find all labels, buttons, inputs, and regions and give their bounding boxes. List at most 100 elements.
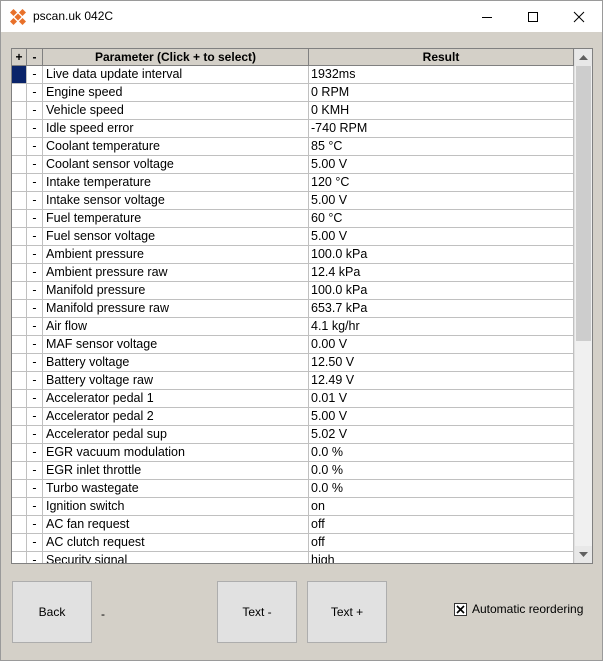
table-row[interactable]: - Coolant temperature 85 °C (12, 138, 574, 156)
row-mark[interactable]: - (27, 390, 43, 408)
select-cell[interactable] (12, 138, 27, 156)
text-plus-button[interactable]: Text + (307, 581, 387, 643)
select-cell[interactable] (12, 210, 27, 228)
select-cell[interactable] (12, 516, 27, 534)
select-cell[interactable] (12, 372, 27, 390)
select-cell[interactable] (12, 120, 27, 138)
row-mark[interactable]: - (27, 210, 43, 228)
select-cell[interactable] (12, 408, 27, 426)
title-bar[interactable]: pscan.uk 042C (1, 1, 602, 32)
row-mark[interactable]: - (27, 444, 43, 462)
select-cell[interactable] (12, 534, 27, 552)
table-row[interactable]: - AC clutch request off (12, 534, 574, 552)
row-mark[interactable]: - (27, 300, 43, 318)
row-mark[interactable]: - (27, 156, 43, 174)
table-row[interactable]: - Coolant sensor voltage 5.00 V (12, 156, 574, 174)
col-header-plus[interactable]: + (12, 49, 27, 66)
select-cell[interactable] (12, 444, 27, 462)
row-mark[interactable]: - (27, 246, 43, 264)
row-mark[interactable]: - (27, 498, 43, 516)
scroll-down-button[interactable] (575, 546, 592, 563)
row-mark[interactable]: - (27, 534, 43, 552)
row-mark[interactable]: - (27, 552, 43, 563)
table-row[interactable]: - Live data update interval 1932ms (12, 66, 574, 84)
select-cell[interactable] (12, 264, 27, 282)
table-row[interactable]: - Accelerator pedal 2 5.00 V (12, 408, 574, 426)
row-mark[interactable]: - (27, 318, 43, 336)
scroll-up-button[interactable] (575, 49, 592, 66)
table-row[interactable]: - Idle speed error -740 RPM (12, 120, 574, 138)
table-row[interactable]: - Manifold pressure raw 653.7 kPa (12, 300, 574, 318)
maximize-button[interactable] (510, 1, 556, 32)
select-cell[interactable] (12, 552, 27, 563)
table-row[interactable]: - AC fan request off (12, 516, 574, 534)
table-row[interactable]: - Intake temperature 120 °C (12, 174, 574, 192)
row-mark[interactable]: - (27, 372, 43, 390)
row-mark[interactable]: - (27, 192, 43, 210)
table-row[interactable]: - Battery voltage raw 12.49 V (12, 372, 574, 390)
select-cell[interactable] (12, 480, 27, 498)
col-header-minus[interactable]: - (27, 49, 43, 66)
select-cell[interactable] (12, 318, 27, 336)
minimize-button[interactable] (464, 1, 510, 32)
table-row[interactable]: - Engine speed 0 RPM (12, 84, 574, 102)
table-row[interactable]: - Turbo wastegate 0.0 % (12, 480, 574, 498)
table-row[interactable]: - Intake sensor voltage 5.00 V (12, 192, 574, 210)
table-row[interactable]: - MAF sensor voltage 0.00 V (12, 336, 574, 354)
table-row[interactable]: - Battery voltage 12.50 V (12, 354, 574, 372)
table-row[interactable]: - EGR inlet throttle 0.0 % (12, 462, 574, 480)
select-cell[interactable] (12, 174, 27, 192)
col-header-result[interactable]: Result (309, 49, 574, 66)
select-cell[interactable] (12, 336, 27, 354)
select-cell[interactable] (12, 156, 27, 174)
row-mark[interactable]: - (27, 138, 43, 156)
select-cell[interactable] (12, 282, 27, 300)
table-row[interactable]: - Vehicle speed 0 KMH (12, 102, 574, 120)
table-row[interactable]: - Fuel sensor voltage 5.00 V (12, 228, 574, 246)
select-cell[interactable] (12, 246, 27, 264)
table-row[interactable]: - Ignition switch on (12, 498, 574, 516)
table-row[interactable]: - Accelerator pedal 1 0.01 V (12, 390, 574, 408)
row-mark[interactable]: - (27, 480, 43, 498)
text-minus-button[interactable]: Text - (217, 581, 297, 643)
scroll-thumb[interactable] (576, 66, 591, 341)
select-cell[interactable] (12, 426, 27, 444)
table-row[interactable]: - Manifold pressure 100.0 kPa (12, 282, 574, 300)
row-mark[interactable]: - (27, 228, 43, 246)
table-row[interactable]: - Security signal high (12, 552, 574, 563)
select-cell[interactable] (12, 66, 27, 84)
select-cell[interactable] (12, 84, 27, 102)
row-mark[interactable]: - (27, 516, 43, 534)
row-mark[interactable]: - (27, 84, 43, 102)
table-row[interactable]: - Ambient pressure raw 12.4 kPa (12, 264, 574, 282)
table-row[interactable]: - Ambient pressure 100.0 kPa (12, 246, 574, 264)
vertical-scrollbar[interactable] (574, 49, 592, 563)
table-row[interactable]: - Air flow 4.1 kg/hr (12, 318, 574, 336)
row-mark[interactable]: - (27, 336, 43, 354)
select-cell[interactable] (12, 354, 27, 372)
select-cell[interactable] (12, 192, 27, 210)
select-cell[interactable] (12, 390, 27, 408)
select-cell[interactable] (12, 498, 27, 516)
row-mark[interactable]: - (27, 408, 43, 426)
select-cell[interactable] (12, 462, 27, 480)
row-mark[interactable]: - (27, 174, 43, 192)
table-row[interactable]: - Fuel temperature 60 °C (12, 210, 574, 228)
select-cell[interactable] (12, 102, 27, 120)
back-button[interactable]: Back (12, 581, 92, 643)
row-mark[interactable]: - (27, 264, 43, 282)
row-mark[interactable]: - (27, 120, 43, 138)
table-row[interactable]: - EGR vacuum modulation 0.0 % (12, 444, 574, 462)
row-mark[interactable]: - (27, 354, 43, 372)
select-cell[interactable] (12, 228, 27, 246)
row-mark[interactable]: - (27, 462, 43, 480)
table-row[interactable]: - Accelerator pedal sup 5.02 V (12, 426, 574, 444)
col-header-parameter[interactable]: Parameter (Click + to select) (43, 49, 309, 66)
row-mark[interactable]: - (27, 66, 43, 84)
automatic-reordering-checkbox[interactable] (454, 603, 467, 616)
row-mark[interactable]: - (27, 282, 43, 300)
close-button[interactable] (556, 1, 602, 32)
row-mark[interactable]: - (27, 426, 43, 444)
select-cell[interactable] (12, 300, 27, 318)
row-mark[interactable]: - (27, 102, 43, 120)
